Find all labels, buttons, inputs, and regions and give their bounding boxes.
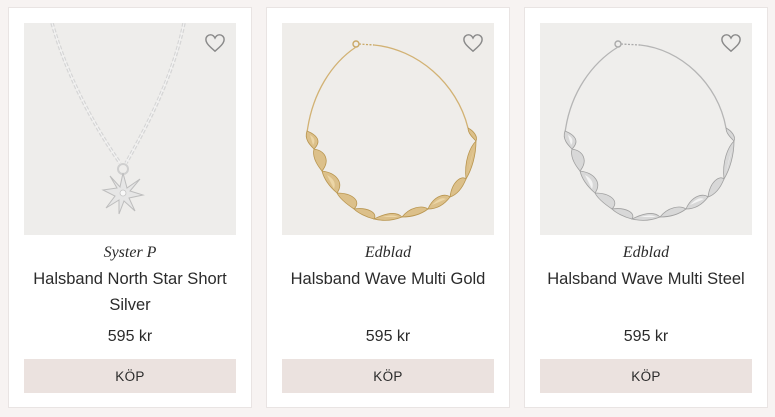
heart-outline-icon[interactable] [720,33,742,53]
product-brand: Edblad [622,244,670,261]
product-image[interactable] [24,23,236,235]
gold-wave-necklace-image [282,23,494,235]
product-name[interactable]: Halsband Wave Multi Steel [537,266,755,292]
product-name[interactable]: Halsband Wave Multi Gold [279,266,497,292]
product-brand: Edblad [364,244,412,261]
product-price: 595 kr [365,328,411,345]
product-brand: Syster P [103,244,157,261]
steel-wave-necklace-image [540,23,752,235]
product-image[interactable] [540,23,752,235]
product-price: 595 kr [623,328,669,345]
product-card[interactable]: Edblad Halsband Wave Multi Gold 595 kr K… [266,7,510,408]
product-price: 595 kr [107,328,153,345]
product-card[interactable]: Syster P Halsband North Star Short Silve… [8,7,252,408]
heart-outline-icon[interactable] [204,33,226,53]
star-necklace-image [24,23,236,235]
product-card[interactable]: Edblad Halsband Wave Multi Steel 595 kr … [524,7,768,408]
heart-outline-icon[interactable] [462,33,484,53]
product-name[interactable]: Halsband North Star Short Silver [21,266,239,318]
buy-button[interactable]: KÖP [282,359,494,393]
buy-button[interactable]: KÖP [540,359,752,393]
buy-button[interactable]: KÖP [24,359,236,393]
product-image[interactable] [282,23,494,235]
